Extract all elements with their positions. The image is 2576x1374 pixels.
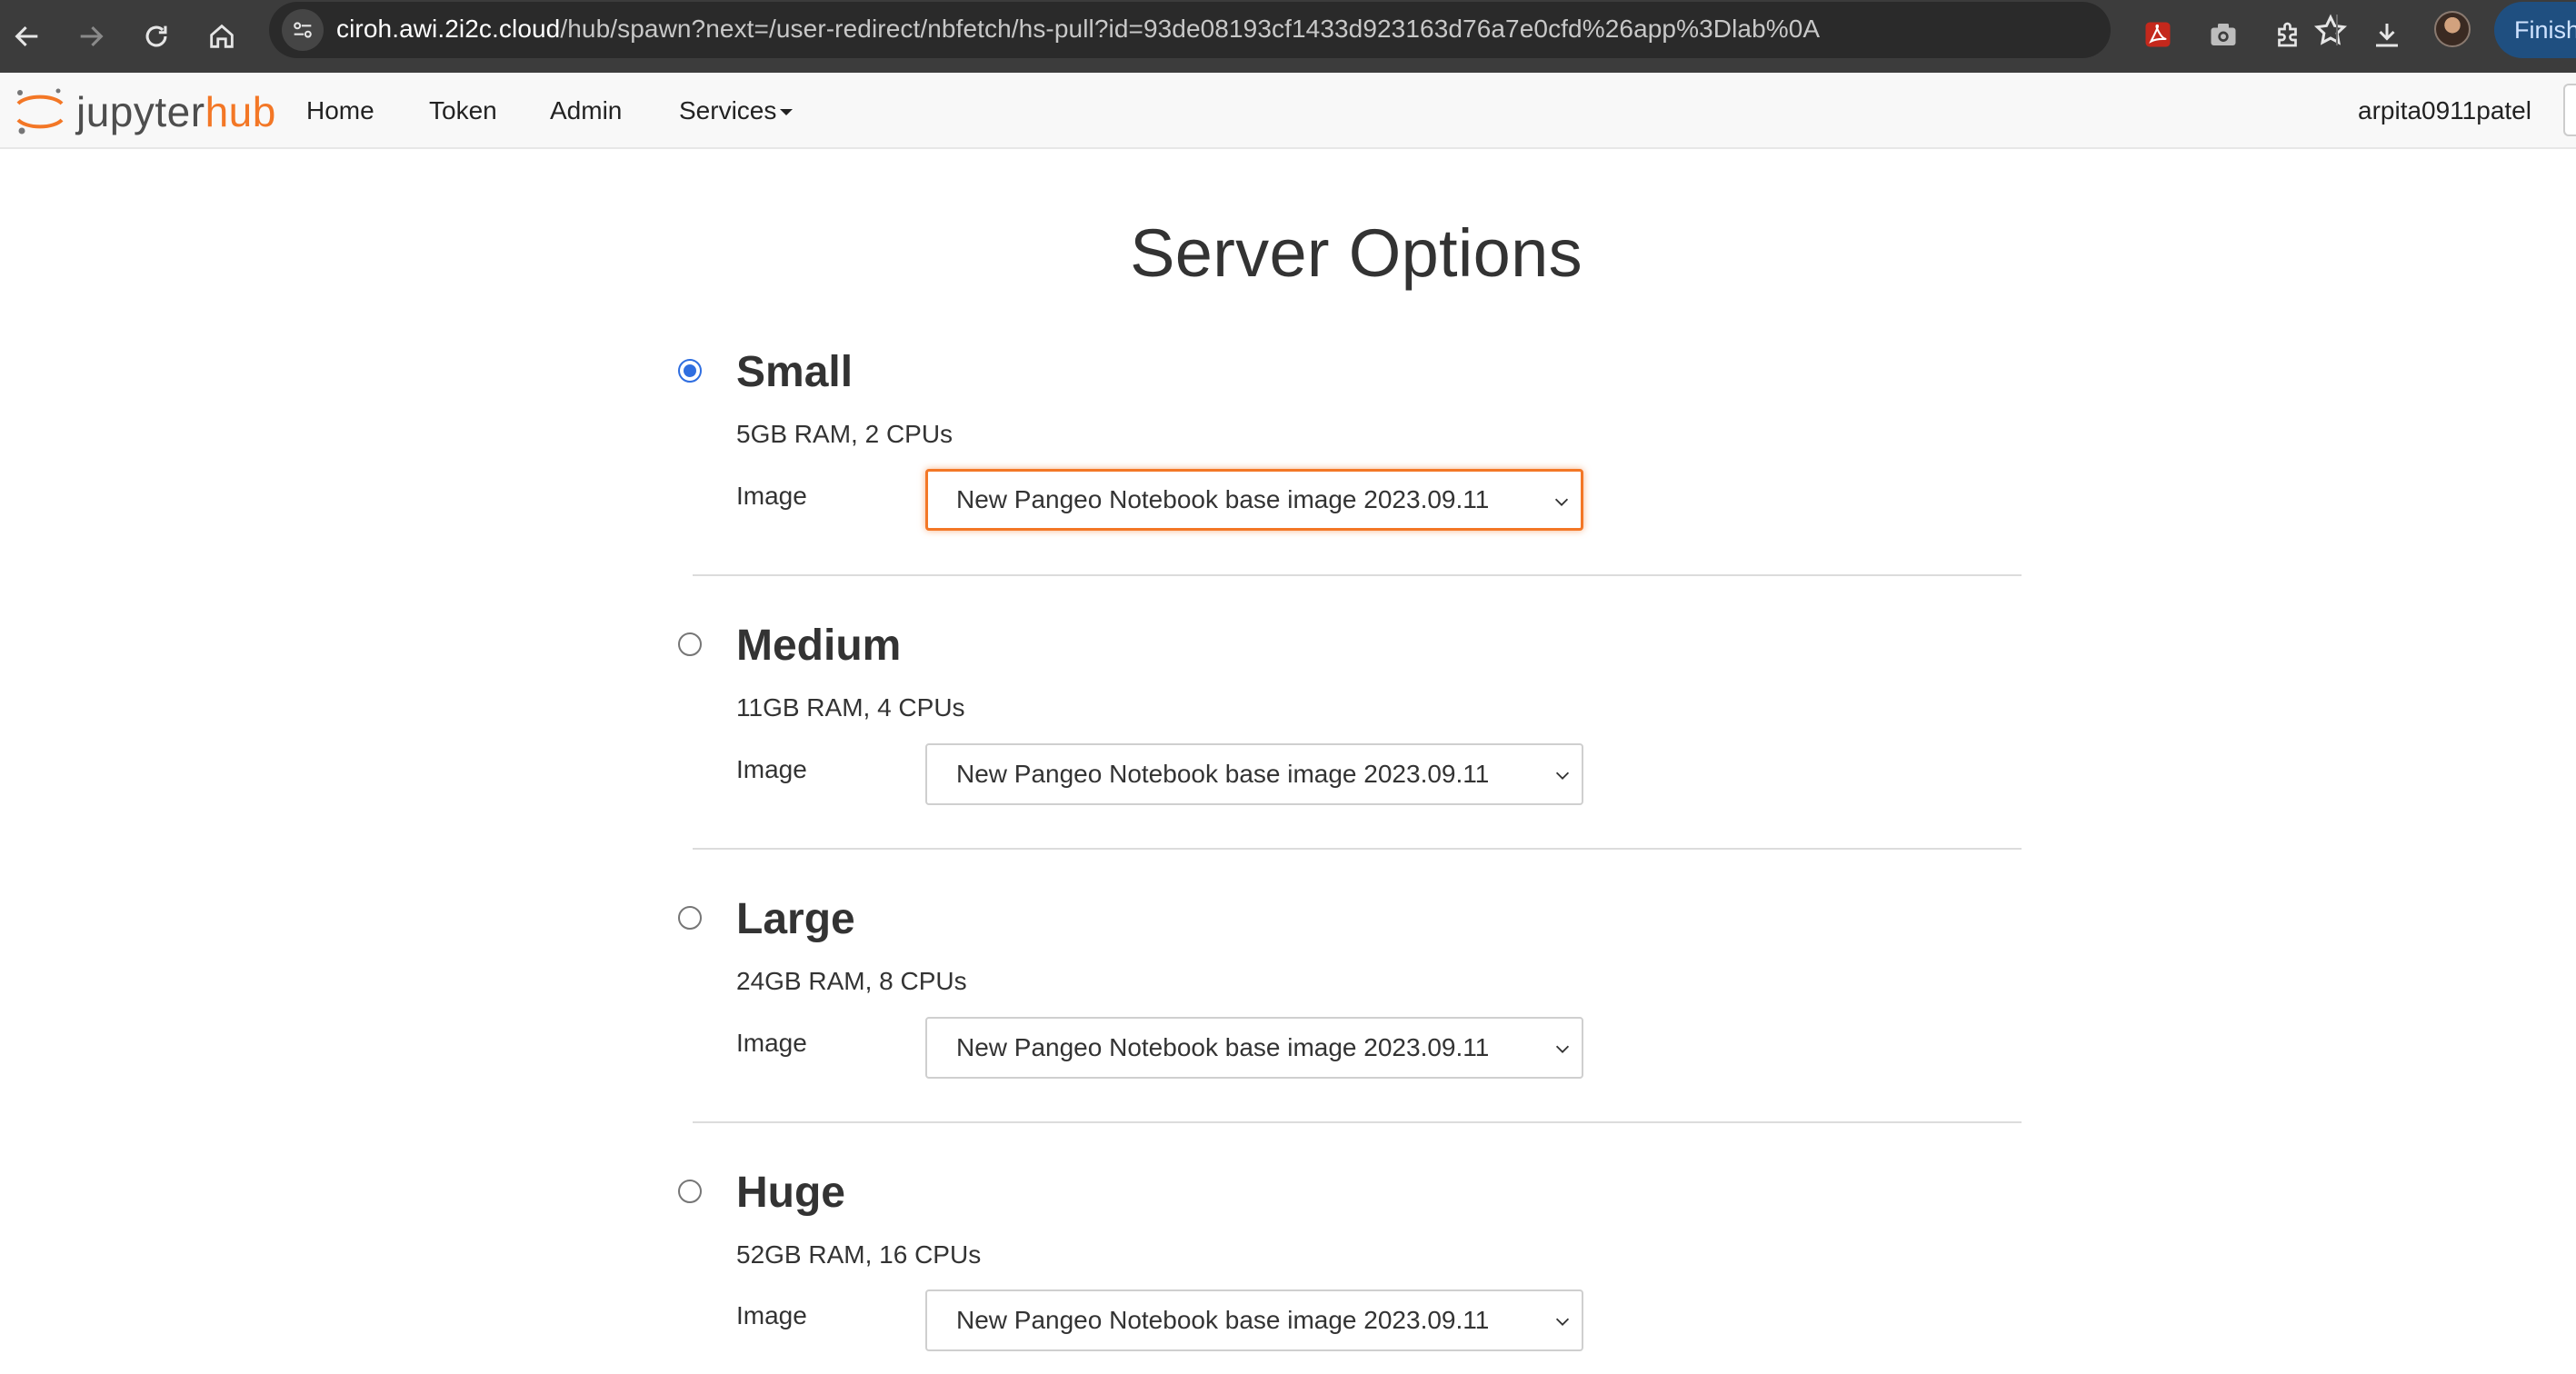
back-arrow-icon: [15, 25, 38, 47]
option-title-huge: Huge: [736, 1169, 845, 1217]
caret-down-icon: [780, 109, 794, 116]
chevron-down-icon: [1555, 1045, 1570, 1053]
image-select-small-value: New Pangeo Notebook base image 2023.09.1…: [956, 485, 1490, 513]
nav-admin-link[interactable]: Admin: [550, 96, 622, 125]
option-divider: [693, 574, 2022, 576]
image-label-huge: Image: [736, 1301, 807, 1329]
image-label-large: Image: [736, 1029, 807, 1057]
nav-services-label: Services: [679, 96, 777, 124]
brand-text: jupyterhub: [76, 87, 276, 136]
brand-main: jupyter: [76, 88, 205, 135]
image-select-medium-value: New Pangeo Notebook base image 2023.09.1…: [956, 760, 1490, 788]
forward-arrow-icon: [80, 25, 104, 47]
option-desc-small: 5GB RAM, 2 CPUs: [736, 420, 954, 448]
extensions-button[interactable]: [2263, 9, 2314, 60]
chevron-down-icon: [1554, 498, 1569, 506]
image-select-huge-value: New Pangeo Notebook base image 2023.09.1…: [956, 1306, 1490, 1334]
forward-button[interactable]: [64, 9, 118, 64]
download-icon: [2376, 24, 2398, 47]
nav-services-dropdown[interactable]: Services: [679, 96, 794, 125]
downloads-button[interactable]: [2361, 9, 2412, 60]
back-button[interactable]: [0, 9, 55, 64]
site-settings-icon: [294, 22, 312, 38]
radio-medium[interactable]: [678, 632, 702, 656]
option-divider: [693, 848, 2022, 850]
pdf-extension-icon: [2145, 22, 2171, 47]
star-icon[interactable]: [2312, 13, 2349, 49]
home-icon: [210, 24, 234, 48]
username-label: arpita0911patel: [2358, 96, 2531, 124]
chevron-down-icon: [1555, 1318, 1570, 1326]
image-select-medium[interactable]: New Pangeo Notebook base image 2023.09.1…: [925, 743, 1583, 805]
address-bar[interactable]: ciroh.awi.2i2c.cloud/hub/spawn?next=/use…: [269, 2, 2348, 58]
radio-large[interactable]: [678, 906, 702, 930]
url-text: ciroh.awi.2i2c.cloud/hub/spawn?next=/use…: [336, 15, 1820, 44]
nav-home-link[interactable]: Home: [306, 96, 374, 125]
reload-button[interactable]: [129, 9, 184, 64]
option-desc-large: 24GB RAM, 8 CPUs: [736, 967, 967, 995]
url-path: /hub/spawn?next=/user-redirect/nbfetch/h…: [560, 15, 1821, 43]
chevron-down-icon: [1555, 772, 1570, 780]
camera-extension-icon: [2211, 24, 2236, 45]
camera-extension-button[interactable]: [2198, 9, 2249, 60]
image-select-large[interactable]: New Pangeo Notebook base image 2023.09.1…: [925, 1017, 1583, 1079]
option-desc-medium: 11GB RAM, 4 CPUs: [736, 693, 965, 722]
logout-button[interactable]: [2563, 84, 2576, 136]
option-title-large: Large: [736, 895, 855, 943]
image-select-huge[interactable]: New Pangeo Notebook base image 2023.09.1…: [925, 1289, 1583, 1351]
pdf-extension-button[interactable]: [2132, 9, 2183, 60]
reload-icon: [145, 25, 167, 47]
option-desc-huge: 52GB RAM, 16 CPUs: [736, 1240, 982, 1269]
jupyterhub-logo[interactable]: jupyterhub: [13, 85, 285, 136]
image-select-large-value: New Pangeo Notebook base image 2023.09.1…: [956, 1033, 1490, 1061]
toolbar-separator: [2336, 15, 2338, 45]
image-label-small: Image: [736, 482, 807, 510]
jupyterhub-navbar: jupyterhub Home Token Admin Services arp…: [0, 73, 2576, 149]
page-title: Server Options: [1130, 215, 1583, 291]
extensions-puzzle-icon: [2278, 22, 2297, 47]
brand-accent: hub: [205, 88, 276, 135]
option-divider: [693, 1121, 2022, 1123]
finish-update-button[interactable]: Finish: [2494, 2, 2576, 58]
jupyter-logo-icon: [16, 88, 64, 134]
url-host: ciroh.awi.2i2c.cloud: [336, 15, 561, 43]
radio-huge[interactable]: [678, 1180, 702, 1203]
option-title-medium: Medium: [736, 622, 902, 670]
browser-toolbar: ciroh.awi.2i2c.cloud/hub/spawn?next=/use…: [0, 0, 2576, 73]
radio-small[interactable]: [678, 359, 702, 383]
image-select-small[interactable]: New Pangeo Notebook base image 2023.09.1…: [925, 469, 1583, 531]
site-settings-button[interactable]: [282, 9, 324, 51]
home-button[interactable]: [195, 9, 249, 64]
nav-token-link[interactable]: Token: [429, 96, 497, 125]
profile-avatar[interactable]: [2434, 11, 2471, 47]
option-title-small: Small: [736, 348, 854, 396]
image-label-medium: Image: [736, 755, 807, 783]
